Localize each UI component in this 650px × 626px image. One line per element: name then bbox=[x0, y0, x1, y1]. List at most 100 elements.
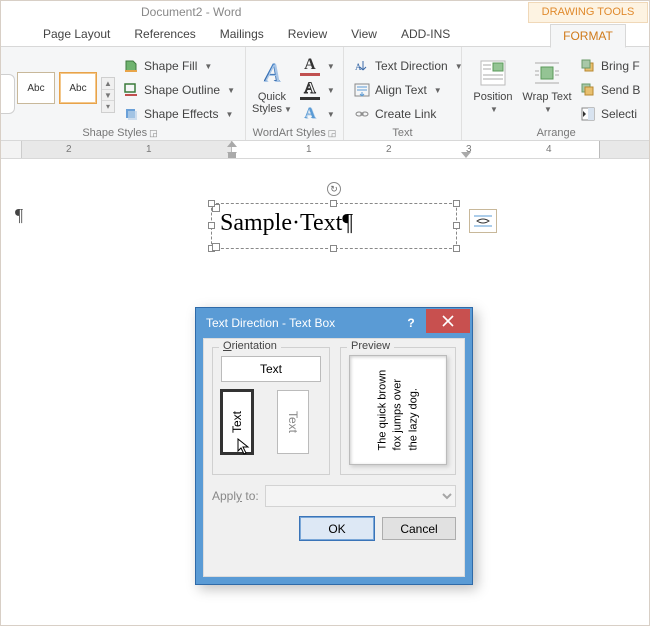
text-outline-icon: A bbox=[300, 80, 320, 100]
resize-handle-sw[interactable] bbox=[208, 245, 215, 252]
tab-references[interactable]: References bbox=[122, 23, 207, 46]
shape-style-preset-1[interactable]: Abc bbox=[17, 72, 55, 104]
selection-pane-button[interactable]: Selecti bbox=[576, 103, 644, 125]
chevron-down-icon: ▼ bbox=[327, 86, 335, 95]
chevron-down-icon: ▼ bbox=[327, 62, 335, 71]
window-title: Document2 - Word bbox=[141, 5, 241, 19]
create-link-icon bbox=[354, 106, 370, 122]
orientation-vertical-down-label: Text bbox=[286, 411, 300, 433]
layout-options-button[interactable] bbox=[469, 209, 497, 233]
align-text-label: Align Text bbox=[375, 83, 427, 97]
contextual-tab-title: DRAWING TOOLS bbox=[528, 2, 648, 23]
dialog-title-bar[interactable]: Text Direction - Text Box ? bbox=[196, 308, 472, 338]
group-label-wordart: WordArt Styles bbox=[253, 127, 326, 139]
send-backward-label: Send B bbox=[601, 83, 640, 97]
bring-forward-label: Bring F bbox=[601, 59, 640, 73]
indent-marker-top[interactable] bbox=[227, 141, 237, 147]
gallery-more-icon: ▾ bbox=[102, 101, 114, 112]
resize-handle-w[interactable] bbox=[208, 222, 215, 229]
shape-effects-label: Shape Effects bbox=[144, 107, 219, 121]
text-direction-dialog: Text Direction - Text Box ? Orientation … bbox=[195, 307, 473, 585]
quick-styles-label: Quick Styles▼ bbox=[252, 91, 292, 115]
rotate-handle[interactable]: ↻ bbox=[327, 182, 341, 196]
preview-group-label: Preview bbox=[347, 340, 394, 352]
shape-fill-button[interactable]: Shape Fill ▼ bbox=[119, 55, 239, 77]
ruler-tick: 4 bbox=[546, 144, 552, 155]
text-direction-label: Text Direction bbox=[375, 59, 448, 73]
quick-styles-button[interactable]: A Quick Styles▼ bbox=[252, 51, 292, 121]
dialog-launcher-icon[interactable]: ◲ bbox=[328, 128, 337, 138]
shape-fill-icon bbox=[123, 58, 139, 74]
shape-style-preset-2[interactable]: Abc bbox=[59, 72, 97, 104]
tab-addins[interactable]: ADD-INS bbox=[389, 23, 462, 46]
ruler-tick: 2 bbox=[386, 144, 392, 155]
svg-text:A: A bbox=[355, 62, 362, 72]
dialog-help-button[interactable]: ? bbox=[396, 311, 426, 335]
position-button[interactable]: Position▼ bbox=[468, 51, 518, 121]
bring-forward-icon bbox=[580, 58, 596, 74]
layout-options-icon bbox=[473, 213, 493, 229]
create-link-button[interactable]: Create Link bbox=[350, 103, 467, 125]
text-fill-icon: A bbox=[300, 56, 320, 76]
chevron-down-icon: ▼ bbox=[204, 62, 212, 71]
send-backward-button[interactable]: Send B bbox=[576, 79, 644, 101]
tab-page-layout[interactable]: Page Layout bbox=[31, 23, 122, 46]
resize-handle-s[interactable] bbox=[330, 245, 337, 252]
indent-marker-square[interactable] bbox=[228, 153, 236, 158]
shape-fill-label: Shape Fill bbox=[144, 59, 197, 73]
shape-style-gallery-expand[interactable]: ▲ ▼ ▾ bbox=[101, 77, 115, 113]
align-text-button[interactable]: Align Text ▼ bbox=[350, 79, 467, 101]
orientation-vertical-up[interactable]: Text bbox=[221, 390, 253, 454]
dialog-title: Text Direction - Text Box bbox=[206, 316, 335, 330]
cancel-button[interactable]: Cancel bbox=[382, 517, 456, 540]
group-label-text: Text bbox=[350, 125, 455, 139]
shape-outline-button[interactable]: Shape Outline ▼ bbox=[119, 79, 239, 101]
resize-handle-se[interactable] bbox=[453, 245, 460, 252]
selection-pane-icon bbox=[580, 106, 596, 122]
cursor-icon bbox=[237, 438, 251, 456]
orientation-horizontal[interactable]: Text bbox=[221, 356, 321, 382]
text-effects-button[interactable]: A▼ bbox=[296, 103, 339, 125]
tab-review[interactable]: Review bbox=[276, 23, 339, 46]
text-fill-button[interactable]: A▼ bbox=[296, 55, 339, 77]
ruler-tick: 2 bbox=[66, 144, 72, 155]
orientation-vertical-up-label: Text bbox=[230, 411, 244, 433]
resize-handle-e[interactable] bbox=[453, 222, 460, 229]
chevron-down-icon: ▼ bbox=[327, 110, 335, 119]
dialog-close-button[interactable] bbox=[426, 309, 470, 333]
text-direction-button[interactable]: A Text Direction▼ bbox=[350, 55, 467, 77]
resize-handle-ne[interactable] bbox=[453, 200, 460, 207]
tab-mailings[interactable]: Mailings bbox=[208, 23, 276, 46]
tab-view[interactable]: View bbox=[339, 23, 389, 46]
ruler-tick: 1 bbox=[146, 144, 152, 155]
horizontal-ruler[interactable]: 2 1 1 2 3 4 bbox=[1, 141, 649, 159]
wrap-text-button[interactable]: Wrap Text▼ bbox=[522, 51, 572, 121]
wrap-text-label: Wrap Text▼ bbox=[522, 91, 571, 115]
shape-effects-button[interactable]: Shape Effects ▼ bbox=[119, 103, 239, 125]
selection-pane-label: Selecti bbox=[601, 107, 637, 121]
preview-box: The quick brown fox jumps over the lazy … bbox=[349, 355, 447, 465]
chevron-down-icon: ▼ bbox=[434, 86, 442, 95]
create-link-label: Create Link bbox=[375, 107, 436, 121]
orientation-group-label: Orientation bbox=[219, 340, 281, 352]
resize-handle-n[interactable] bbox=[330, 200, 337, 207]
shape-outline-icon bbox=[123, 82, 139, 98]
text-box-content[interactable]: Sample·Text¶ bbox=[212, 204, 456, 243]
gallery-up-icon: ▲ bbox=[102, 78, 114, 90]
resize-handle-nw[interactable] bbox=[208, 200, 215, 207]
preview-text: The quick brown fox jumps over the lazy … bbox=[375, 370, 421, 451]
position-icon bbox=[477, 57, 509, 89]
apply-to-select[interactable] bbox=[265, 485, 456, 507]
text-box[interactable]: ↻ Sample·Text¶ bbox=[211, 203, 457, 249]
orientation-vertical-down[interactable]: Text bbox=[277, 390, 309, 454]
indent-marker-right[interactable] bbox=[461, 152, 471, 158]
tab-format[interactable]: FORMAT bbox=[550, 24, 626, 48]
dialog-launcher-icon[interactable]: ◲ bbox=[149, 128, 158, 138]
text-outline-button[interactable]: A▼ bbox=[296, 79, 339, 101]
text-effects-icon: A bbox=[300, 104, 320, 124]
tab-row: Page Layout References Mailings Review V… bbox=[1, 23, 649, 47]
bring-forward-button[interactable]: Bring F bbox=[576, 55, 644, 77]
ok-button[interactable]: OK bbox=[300, 517, 374, 540]
paragraph-mark: ¶ bbox=[15, 205, 23, 226]
wrap-text-icon bbox=[531, 57, 563, 89]
